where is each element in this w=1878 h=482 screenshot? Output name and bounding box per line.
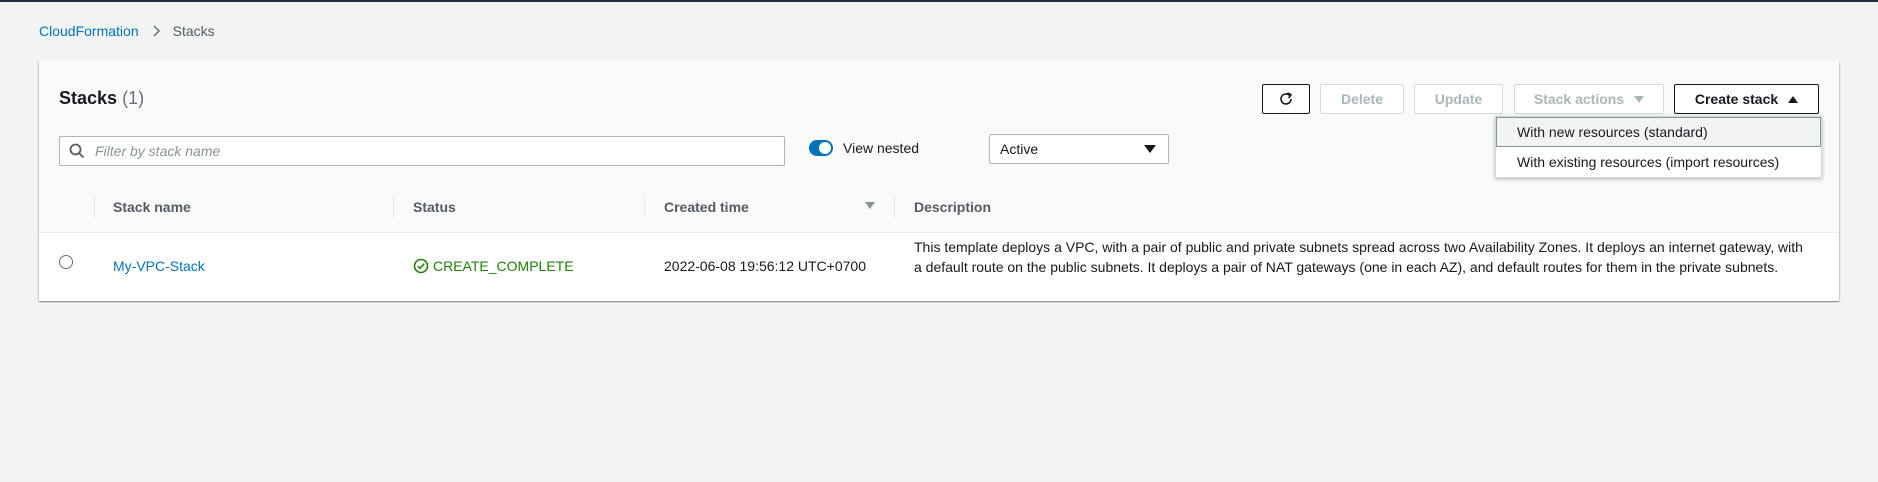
create-stack-button[interactable]: Create stack [1674, 84, 1819, 114]
row-select-radio[interactable] [59, 255, 73, 269]
column-header-description[interactable]: Description [914, 182, 991, 232]
breadcrumb-current: Stacks [172, 23, 215, 39]
menu-item-existing-resources[interactable]: With existing resources (import resource… [1496, 147, 1821, 177]
caret-down-icon [1634, 95, 1645, 103]
delete-button[interactable]: Delete [1320, 84, 1404, 114]
table-row[interactable]: My-VPC-Stack CREATE_COMPLETE 2022-06-08 … [39, 233, 1839, 301]
page-title: Stacks (1) [59, 88, 144, 109]
menu-item-new-resources[interactable]: With new resources (standard) [1496, 117, 1821, 147]
view-nested-toggle[interactable] [809, 140, 833, 156]
status-filter-value: Active [1000, 141, 1039, 157]
create-stack-label: Create stack [1694, 91, 1779, 107]
column-header-stack-name[interactable]: Stack name [113, 182, 191, 232]
stack-status: CREATE_COMPLETE [413, 256, 574, 276]
stack-count: (1) [122, 88, 145, 108]
column-header-created-time[interactable]: Created time [664, 182, 749, 232]
search-icon [69, 143, 85, 159]
top-bar-edge [0, 0, 1878, 2]
breadcrumb-cloudformation-link[interactable]: CloudFormation [39, 23, 139, 39]
view-nested-toggle-group: View nested [809, 140, 919, 156]
view-nested-label: View nested [843, 140, 920, 156]
stacks-panel: Stacks (1) Delete Update Stack actions C… [39, 61, 1839, 301]
refresh-button[interactable] [1262, 84, 1310, 114]
stack-description: This template deploys a VPC, with a pair… [914, 239, 1803, 275]
caret-up-icon [1788, 95, 1799, 103]
toggle-knob [819, 142, 831, 154]
column-divider [393, 195, 394, 219]
update-button-label: Update [1434, 91, 1483, 107]
delete-button-label: Delete [1340, 91, 1384, 107]
check-circle-icon [413, 258, 429, 274]
breadcrumb: CloudFormation Stacks [39, 23, 215, 39]
column-header-status[interactable]: Status [413, 182, 456, 232]
refresh-icon [1278, 91, 1294, 107]
status-filter-select[interactable]: Active [989, 134, 1169, 164]
stack-name-link[interactable]: My-VPC-Stack [113, 256, 205, 276]
chevron-right-icon [149, 24, 163, 38]
search-input[interactable] [93, 142, 777, 160]
update-button[interactable]: Update [1414, 84, 1503, 114]
create-stack-menu: With new resources (standard) With exist… [1495, 116, 1822, 178]
search-field[interactable] [59, 136, 785, 166]
stack-actions-label: Stack actions [1533, 91, 1625, 107]
stack-status-text: CREATE_COMPLETE [433, 258, 574, 274]
panel-title-text: Stacks [59, 88, 118, 108]
column-divider [94, 195, 95, 219]
column-divider [644, 195, 645, 219]
sort-desc-icon[interactable] [865, 202, 875, 209]
table-header: Stack name Status Created time Descripti… [39, 182, 1839, 233]
stack-created-time: 2022-06-08 19:56:12 UTC+0700 [664, 258, 866, 274]
column-divider [894, 195, 895, 219]
stack-actions-button[interactable]: Stack actions [1514, 84, 1664, 114]
caret-down-icon [1144, 145, 1156, 153]
